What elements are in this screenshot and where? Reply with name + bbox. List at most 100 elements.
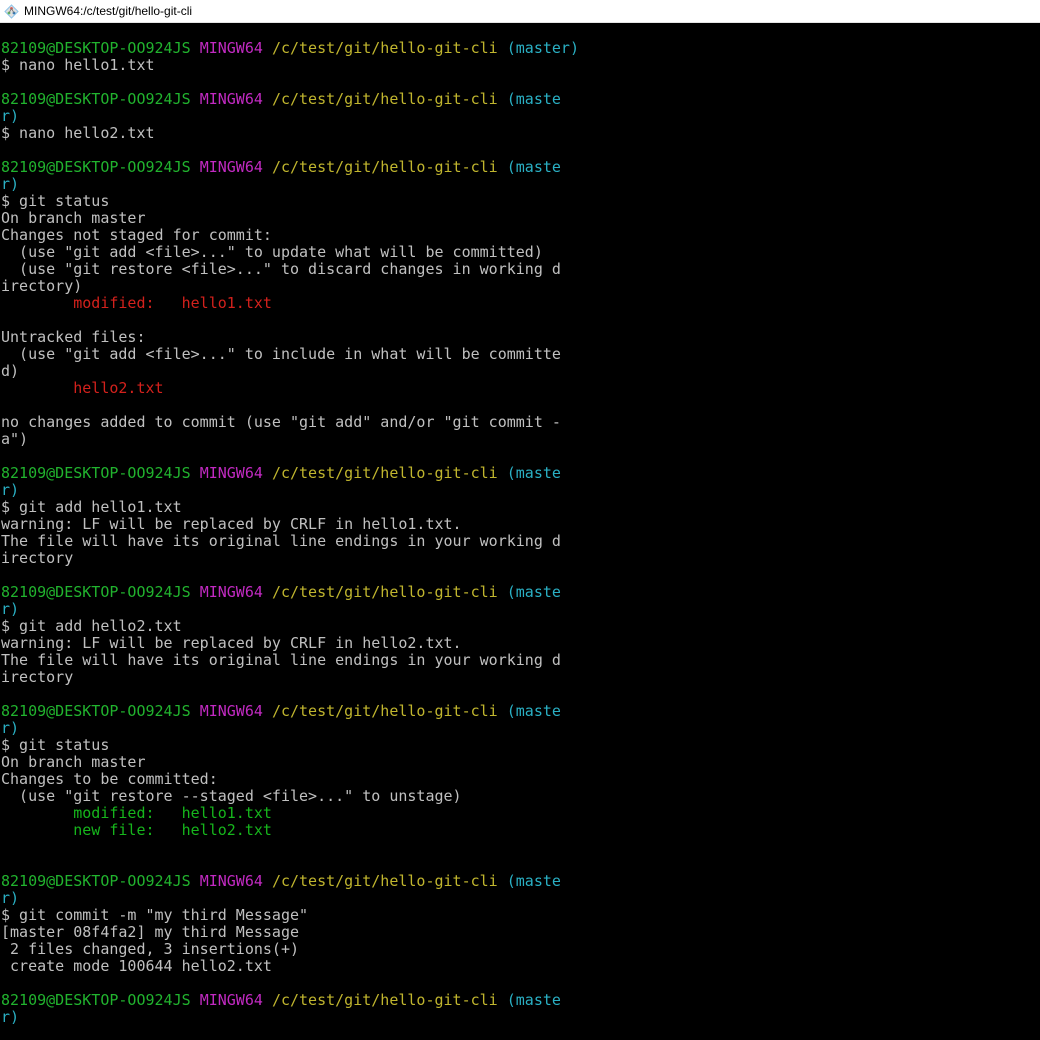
- output-line: Untracked files:: [1, 329, 1037, 346]
- prompt-environment: MINGW64: [199, 158, 263, 176]
- prompt-branch: r): [1, 1008, 20, 1026]
- prompt-branch: r): [1, 719, 20, 737]
- prompt-branch: (maste: [506, 464, 561, 482]
- staged-file-line: modified: hello1.txt: [1, 805, 1037, 822]
- file-status: modified: hello1.txt: [1, 804, 272, 822]
- output-line: (use "git restore --staged <file>..." to…: [1, 788, 1037, 805]
- terminal-output[interactable]: 82109@DESKTOP-OO924JS MINGW64 /c/test/gi…: [1, 40, 1037, 1026]
- prompt-branch: (maste: [506, 583, 561, 601]
- prompt-branch-wrap: r): [1, 1009, 1037, 1026]
- prompt-branch: r): [1, 107, 20, 125]
- prompt-branch-wrap: r): [1, 890, 1037, 907]
- output-text: Changes not staged for commit:: [1, 226, 272, 244]
- window-title: MINGW64:/c/test/git/hello-git-cli: [24, 4, 193, 18]
- prompt-branch-wrap: r): [1, 176, 1037, 193]
- output-text: $ nano hello1.txt: [1, 56, 155, 74]
- prompt-branch: (maste: [506, 872, 561, 890]
- prompt-path: /c/test/git/hello-git-cli: [271, 702, 498, 720]
- prompt-line: 82109@DESKTOP-OO924JS MINGW64 /c/test/gi…: [1, 992, 1037, 1009]
- output-text: [master 08f4fa2] my third Message: [1, 923, 300, 941]
- unstaged-file-line: hello2.txt: [1, 380, 1037, 397]
- prompt-line: 82109@DESKTOP-OO924JS MINGW64 /c/test/gi…: [1, 703, 1037, 720]
- prompt-branch-wrap: r): [1, 108, 1037, 125]
- output-line: Changes not staged for commit:: [1, 227, 1037, 244]
- output-text: irectory: [1, 549, 74, 567]
- prompt-user-host: 82109@DESKTOP-OO924JS: [1, 702, 191, 720]
- prompt-path: /c/test/git/hello-git-cli: [271, 991, 498, 1009]
- prompt-path: /c/test/git/hello-git-cli: [271, 39, 498, 57]
- prompt-path: /c/test/git/hello-git-cli: [271, 464, 498, 482]
- git-bash-icon: [4, 3, 19, 19]
- output-line: The file will have its original line end…: [1, 533, 1037, 550]
- staged-file-line: new file: hello2.txt: [1, 822, 1037, 839]
- prompt-branch: (master): [506, 39, 579, 57]
- output-line: [master 08f4fa2] my third Message: [1, 924, 1037, 941]
- output-line: d): [1, 363, 1037, 380]
- prompt-branch: r): [1, 175, 20, 193]
- output-line: $ git add hello2.txt: [1, 618, 1037, 635]
- output-line: a"): [1, 431, 1037, 448]
- prompt-path: /c/test/git/hello-git-cli: [271, 583, 498, 601]
- output-text: (use "git restore --staged <file>..." to…: [1, 787, 462, 805]
- output-text: $ git commit -m "my third Message": [1, 906, 309, 924]
- prompt-branch: (maste: [506, 158, 561, 176]
- output-text: (use "git add <file>..." to update what …: [1, 243, 543, 261]
- output-text: Changes to be committed:: [1, 770, 218, 788]
- output-text: warning: LF will be replaced by CRLF in …: [1, 515, 462, 533]
- output-line: $ git status: [1, 737, 1037, 754]
- output-line: (use "git add <file>..." to include in w…: [1, 346, 1037, 363]
- output-text: 2 files changed, 3 insertions(+): [1, 940, 300, 958]
- output-text: On branch master: [1, 753, 146, 771]
- prompt-user-host: 82109@DESKTOP-OO924JS: [1, 464, 191, 482]
- output-text: no changes added to commit (use "git add…: [1, 413, 561, 431]
- file-status: hello2.txt: [1, 379, 164, 397]
- output-text: a"): [1, 430, 29, 448]
- output-line: (use "git add <file>..." to update what …: [1, 244, 1037, 261]
- prompt-environment: MINGW64: [199, 583, 263, 601]
- prompt-environment: MINGW64: [199, 702, 263, 720]
- terminal-window[interactable]: MINGW64:/c/test/git/hello-git-cli 82109@…: [0, 0, 1040, 1040]
- prompt-line: 82109@DESKTOP-OO924JS MINGW64 /c/test/gi…: [1, 159, 1037, 176]
- title-bar[interactable]: MINGW64:/c/test/git/hello-git-cli: [0, 0, 1040, 23]
- prompt-path: /c/test/git/hello-git-cli: [271, 158, 498, 176]
- output-text: $ nano hello2.txt: [1, 124, 155, 142]
- output-text: The file will have its original line end…: [1, 532, 561, 550]
- output-text: irectory: [1, 668, 74, 686]
- prompt-line: 82109@DESKTOP-OO924JS MINGW64 /c/test/gi…: [1, 873, 1037, 890]
- prompt-branch: r): [1, 481, 20, 499]
- prompt-user-host: 82109@DESKTOP-OO924JS: [1, 583, 191, 601]
- output-line: (use "git restore <file>..." to discard …: [1, 261, 1037, 278]
- prompt-branch: (maste: [506, 90, 561, 108]
- output-text: $ git status: [1, 736, 110, 754]
- output-text: $ git status: [1, 192, 110, 210]
- output-line: On branch master: [1, 210, 1037, 227]
- prompt-user-host: 82109@DESKTOP-OO924JS: [1, 991, 191, 1009]
- output-line: $ nano hello2.txt: [1, 125, 1037, 142]
- prompt-branch: (maste: [506, 991, 561, 1009]
- output-text: On branch master: [1, 209, 146, 227]
- prompt-branch: r): [1, 889, 20, 907]
- prompt-environment: MINGW64: [199, 464, 263, 482]
- output-text: warning: LF will be replaced by CRLF in …: [1, 634, 462, 652]
- output-line: $ nano hello1.txt: [1, 57, 1037, 74]
- output-text: $ git add hello2.txt: [1, 617, 182, 635]
- output-line: Changes to be committed:: [1, 771, 1037, 788]
- prompt-path: /c/test/git/hello-git-cli: [271, 90, 498, 108]
- prompt-branch-wrap: r): [1, 720, 1037, 737]
- output-line: $ git commit -m "my third Message": [1, 907, 1037, 924]
- output-line: 2 files changed, 3 insertions(+): [1, 941, 1037, 958]
- prompt-user-host: 82109@DESKTOP-OO924JS: [1, 39, 191, 57]
- prompt-environment: MINGW64: [199, 90, 263, 108]
- output-line: The file will have its original line end…: [1, 652, 1037, 669]
- prompt-line: 82109@DESKTOP-OO924JS MINGW64 /c/test/gi…: [1, 584, 1037, 601]
- output-text: $ git add hello1.txt: [1, 498, 182, 516]
- output-text: The file will have its original line end…: [1, 651, 561, 669]
- output-text: (use "git add <file>..." to include in w…: [1, 345, 561, 363]
